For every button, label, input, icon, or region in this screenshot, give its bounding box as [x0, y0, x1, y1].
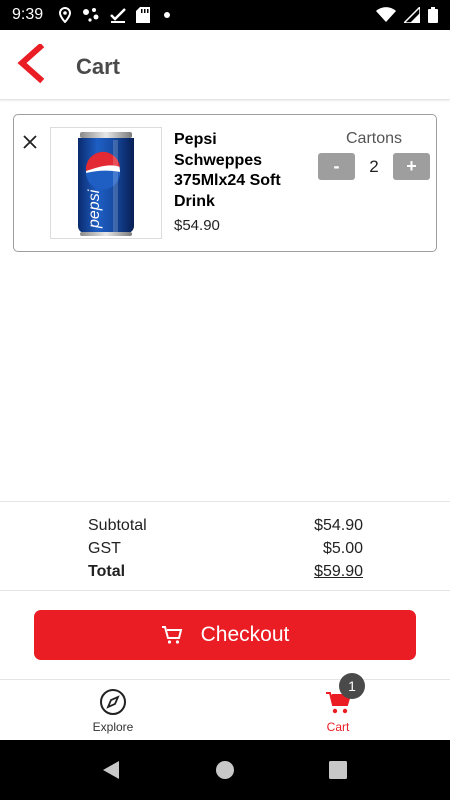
product-name: Pepsi Schweppes 375Mlx24 Soft Drink [174, 131, 281, 210]
dot-icon [164, 12, 170, 18]
close-icon [23, 135, 37, 149]
nav-label-explore: Explore [92, 720, 134, 734]
system-navigation-bar [0, 740, 450, 800]
chevron-left-icon [17, 42, 45, 84]
unit-label: Cartons [345, 130, 403, 147]
gst-label: GST [88, 540, 121, 557]
remove-item-button[interactable] [20, 132, 40, 152]
battery-icon [428, 7, 438, 23]
status-notification-icons [58, 7, 174, 23]
quantity-increase-button[interactable]: + [393, 153, 430, 180]
status-bar: 9:39 [0, 0, 450, 30]
app-header: Cart [0, 30, 450, 100]
cart-icon [161, 626, 182, 644]
pepsi-can-image: pepsi [78, 132, 134, 236]
nav-item-cart[interactable]: Cart [278, 680, 398, 741]
back-triangle-icon[interactable] [101, 760, 121, 780]
assistant-dots-icon [83, 8, 99, 22]
order-summary: Subtotal $54.90 GST $5.00 Total $59.90 [0, 501, 450, 591]
total-row: Total $59.90 [88, 563, 363, 585]
product-image: pepsi [50, 127, 162, 239]
nav-item-explore[interactable]: Explore [53, 680, 173, 741]
quantity-decrease-button[interactable]: - [318, 153, 355, 180]
back-button[interactable] [12, 42, 52, 84]
recents-square-icon[interactable] [328, 760, 348, 780]
signal-icon [404, 7, 420, 23]
status-system-icons [376, 7, 438, 23]
checkout-button[interactable]: Checkout [34, 610, 416, 660]
nav-label-cart: Cart [326, 720, 350, 734]
subtotal-label: Subtotal [88, 517, 147, 534]
home-circle-icon[interactable] [215, 760, 235, 780]
quantity-value[interactable]: 2 [356, 153, 392, 180]
page-title: Cart [76, 54, 121, 79]
cart-item-card: pepsi Pepsi Schweppes 375Mlx24 Soft Drin… [13, 114, 437, 252]
total-label: Total [88, 563, 126, 580]
checkout-label: Checkout [200, 623, 290, 646]
wifi-icon [376, 7, 396, 22]
cart-count-badge: 1 [339, 673, 365, 699]
gst-value: $5.00 [322, 540, 363, 557]
location-pin-icon [58, 7, 72, 23]
bottom-navigation: Explore Cart [0, 679, 450, 740]
sd-card-icon [136, 7, 150, 23]
product-price: $54.90 [174, 217, 220, 234]
checkmark-icon [110, 8, 126, 23]
compass-icon [100, 689, 126, 715]
subtotal-value: $54.90 [314, 517, 363, 534]
status-time: 9:39 [12, 6, 44, 23]
subtotal-row: Subtotal $54.90 [88, 517, 363, 539]
svg-text:pepsi: pepsi [86, 189, 103, 229]
total-value: $59.90 [314, 563, 363, 580]
gst-row: GST $5.00 [88, 540, 363, 562]
